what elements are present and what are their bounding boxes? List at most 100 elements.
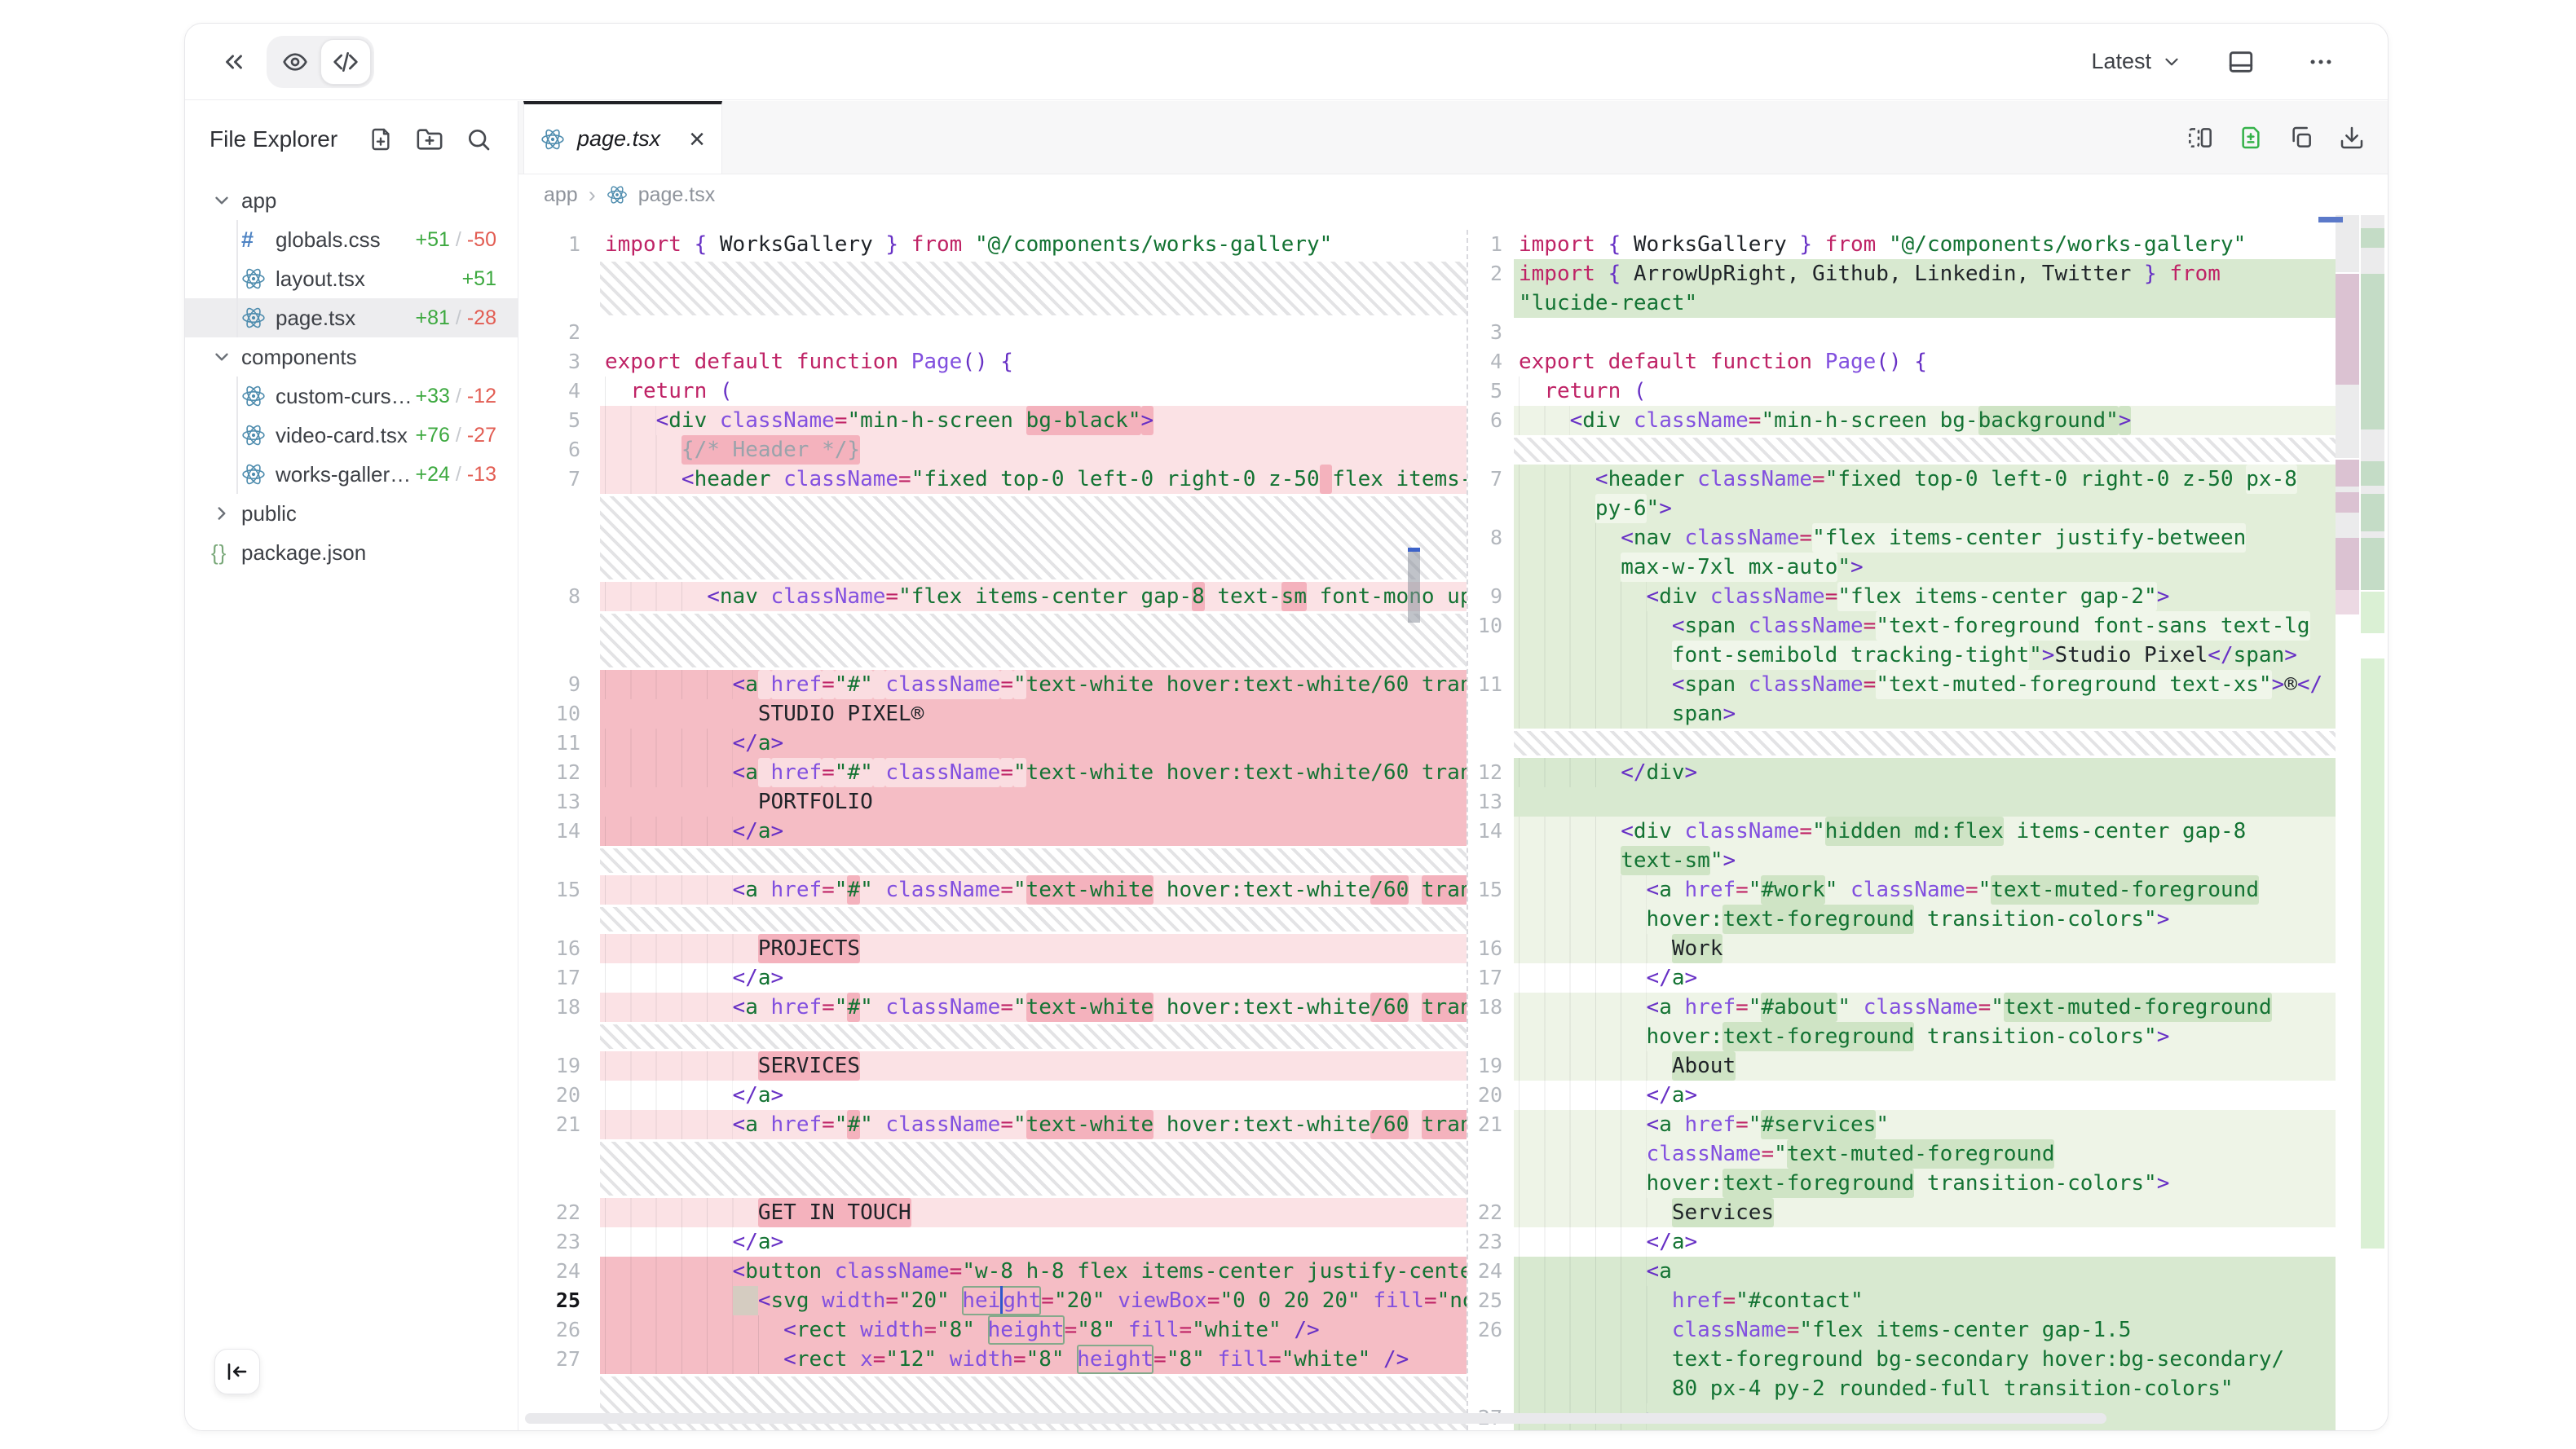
code-line[interactable]: 8 <nav className="flex items-center just… xyxy=(1468,523,2388,553)
chevrons-left-icon xyxy=(220,48,248,76)
code-line[interactable]: 8 <nav className="flex items-center gap-… xyxy=(518,582,1467,611)
code-line[interactable]: 26 className="flex items-center gap-1.5 xyxy=(1468,1315,2388,1345)
code-line[interactable]: 17 </a> xyxy=(1468,963,2388,993)
code-line[interactable]: 14 </a> xyxy=(518,817,1467,846)
code-line[interactable]: hover:text-foreground transition-colors"… xyxy=(1468,905,2388,934)
code-line[interactable]: 3 xyxy=(1468,318,2388,347)
new-file-button[interactable] xyxy=(368,126,394,152)
new-folder-button[interactable] xyxy=(416,126,443,153)
tree-item-components[interactable]: components xyxy=(185,337,518,377)
code-line[interactable]: text-sm"> xyxy=(1468,846,2388,875)
code-line[interactable]: 21 <a href="#" className="text-white hov… xyxy=(518,1110,1467,1139)
code-line[interactable]: 23 </a> xyxy=(518,1227,1467,1257)
code-line[interactable]: 13 PORTFOLIO xyxy=(518,787,1467,817)
diff-view-button[interactable] xyxy=(2238,125,2264,151)
collapse-sidebar-button[interactable] xyxy=(214,1349,260,1394)
code-line[interactable]: hover:text-foreground transition-colors"… xyxy=(1468,1169,2388,1198)
panel-bottom-button[interactable] xyxy=(2220,41,2262,83)
split-view-button[interactable] xyxy=(2187,125,2213,151)
code-line[interactable]: 22 GET IN TOUCH xyxy=(518,1198,1467,1227)
code-line[interactable]: py-6"> xyxy=(1468,494,2388,523)
diff-pane-modified[interactable]: 1import { WorksGallery } from "@/compone… xyxy=(1468,230,2388,1430)
code-line[interactable]: 15 <a href="#" className="text-white hov… xyxy=(518,875,1467,905)
code-line[interactable]: 5 return ( xyxy=(1468,377,2388,406)
tree-item-video-card-tsx[interactable]: video-card.tsx+76/-27 xyxy=(185,416,518,455)
code-line[interactable]: 10 <span className="text-foreground font… xyxy=(1468,611,2388,641)
code-line[interactable]: 2import { ArrowUpRight, Github, Linkedin… xyxy=(1468,259,2388,288)
code-line[interactable]: hover:text-foreground transition-colors"… xyxy=(1468,1022,2388,1051)
code-line[interactable]: 15 <a href="#work" className="text-muted… xyxy=(1468,875,2388,905)
version-dropdown[interactable]: Latest xyxy=(2091,49,2182,74)
code-line[interactable]: 10 STUDIO PIXEL® xyxy=(518,699,1467,729)
code-line[interactable]: 4 return ( xyxy=(518,377,1467,406)
code-line[interactable]: 9 <div className="flex items-center gap-… xyxy=(1468,582,2388,611)
code-line[interactable]: 22 Services xyxy=(1468,1198,2388,1227)
code-line[interactable]: 2 xyxy=(518,318,1467,347)
code-line[interactable]: 1import { WorksGallery } from "@/compone… xyxy=(518,230,1467,259)
more-menu-button[interactable] xyxy=(2300,41,2342,83)
copy-file-button[interactable] xyxy=(2288,125,2314,151)
tree-item-works-galler-[interactable]: works-galler…+24/-13 xyxy=(185,455,518,494)
code-line[interactable]: 1import { WorksGallery } from "@/compone… xyxy=(1468,230,2388,259)
code-line[interactable]: text-foreground bg-secondary hover:bg-se… xyxy=(1468,1345,2388,1374)
code-line[interactable]: 27 <rect x="12" width="8" height="8" fil… xyxy=(518,1345,1467,1374)
code-line[interactable]: 80 px-4 py-2 rounded-full transition-col… xyxy=(1468,1374,2388,1403)
code-line[interactable]: 11 <span className="text-muted-foregroun… xyxy=(1468,670,2388,699)
code-line[interactable]: 18 <a href="#about" className="text-mute… xyxy=(1468,993,2388,1022)
preview-toggle-button[interactable] xyxy=(270,39,320,85)
tree-item-globals-css[interactable]: #globals.css+51/-50 xyxy=(185,220,518,259)
tree-item-app[interactable]: app xyxy=(185,181,518,220)
code-line[interactable]: 26 <rect width="8" height="8" fill="whit… xyxy=(518,1315,1467,1345)
left-pane-scrollbar-thumb[interactable] xyxy=(1408,548,1420,623)
code-line[interactable]: "lucide-react" xyxy=(1468,288,2388,318)
code-line[interactable]: max-w-7xl mx-auto"> xyxy=(1468,553,2388,582)
code-line[interactable]: 18 <a href="#" className="text-white hov… xyxy=(518,993,1467,1022)
code-line[interactable]: 7 <header className="fixed top-0 left-0 … xyxy=(1468,465,2388,494)
code-line[interactable]: span> xyxy=(1468,699,2388,729)
code-line[interactable]: 13 xyxy=(1468,787,2388,817)
code-line[interactable]: 12 <a href="#" className="text-white hov… xyxy=(518,758,1467,787)
code-line[interactable]: 6 <div className="min-h-screen bg-backgr… xyxy=(1468,406,2388,435)
diff-overview-ruler[interactable] xyxy=(2336,215,2386,1430)
code-line[interactable]: 20 </a> xyxy=(518,1081,1467,1110)
collapse-panel-button[interactable] xyxy=(213,41,255,83)
code-line[interactable]: 12 </div> xyxy=(1468,758,2388,787)
code-line[interactable]: 16 Work xyxy=(1468,934,2388,963)
tree-item-page-tsx[interactable]: page.tsx+81/-28 xyxy=(185,298,518,337)
code-toggle-button[interactable] xyxy=(320,39,371,85)
code-line[interactable]: 23 </a> xyxy=(1468,1227,2388,1257)
code-line[interactable]: 25 <svg width="20" height="20" viewBox="… xyxy=(518,1286,1467,1315)
code-line[interactable]: 25 href="#contact" xyxy=(1468,1286,2388,1315)
code-line[interactable]: 11 </a> xyxy=(518,729,1467,758)
diff-pane-original[interactable]: 1import { WorksGallery } from "@/compone… xyxy=(518,230,1468,1430)
tree-item-public[interactable]: public xyxy=(185,494,518,533)
code-line[interactable]: 24 <button className="w-8 h-8 flex items… xyxy=(518,1257,1467,1286)
tree-item-custom-curs-[interactable]: custom-curs…+33/-12 xyxy=(185,377,518,416)
code-line[interactable]: font-semibold tracking-tight">Studio Pix… xyxy=(1468,641,2388,670)
tab-page-tsx[interactable]: page.tsx × xyxy=(523,101,722,174)
tree-item-package-json[interactable]: {}package.json xyxy=(185,533,518,572)
code-line[interactable]: 19 SERVICES xyxy=(518,1051,1467,1081)
tree-item-layout-tsx[interactable]: layout.tsx+51 xyxy=(185,259,518,298)
code-line[interactable]: 20 </a> xyxy=(1468,1081,2388,1110)
code-line[interactable]: 6 {/* Header */} xyxy=(518,435,1467,465)
code-line[interactable]: 19 About xyxy=(1468,1051,2388,1081)
search-files-button[interactable] xyxy=(465,126,492,152)
tab-close-icon[interactable]: × xyxy=(689,126,705,153)
code-line[interactable]: 4export default function Page() { xyxy=(1468,347,2388,377)
right-pane-scrollbar-thumb[interactable] xyxy=(2318,217,2343,222)
code-line[interactable]: className="text-muted-foreground xyxy=(1468,1139,2388,1169)
code-line[interactable]: 24 <a xyxy=(1468,1257,2388,1286)
code-line[interactable]: 14 <div className="hidden md:flex items-… xyxy=(1468,817,2388,846)
code-line[interactable]: 16 PROJECTS xyxy=(518,934,1467,963)
horizontal-scrollbar[interactable] xyxy=(525,1413,2106,1424)
code-line[interactable]: 7 <header className="fixed top-0 left-0 … xyxy=(518,465,1467,494)
code-line[interactable]: 21 <a href="#services" xyxy=(1468,1110,2388,1139)
breadcrumb-item-app[interactable]: app xyxy=(544,183,578,207)
code-line[interactable]: 3export default function Page() { xyxy=(518,347,1467,377)
code-line[interactable]: 5 <div className="min-h-screen bg-black"… xyxy=(518,406,1467,435)
diff-editor[interactable]: 1import { WorksGallery } from "@/compone… xyxy=(518,215,2388,1430)
breadcrumb-item-file[interactable]: page.tsx xyxy=(638,183,716,207)
code-line[interactable]: 9 <a href="#" className="text-white hove… xyxy=(518,670,1467,699)
code-line[interactable]: 17 </a> xyxy=(518,963,1467,993)
